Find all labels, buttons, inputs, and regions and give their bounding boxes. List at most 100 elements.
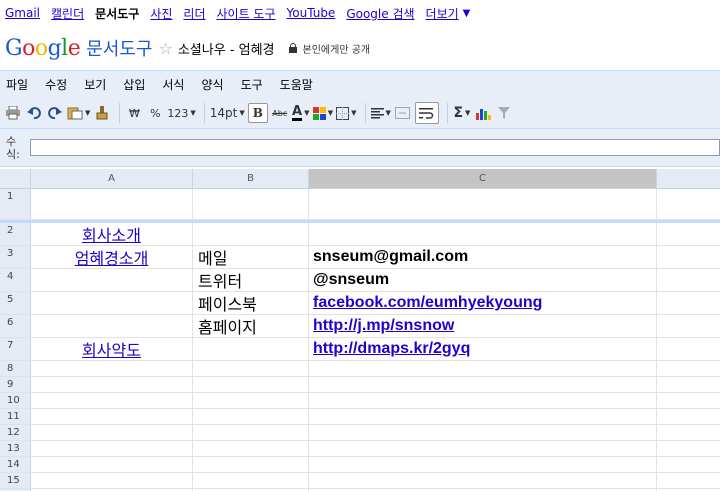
nav-gmail[interactable]: Gmail — [5, 6, 40, 20]
fill-color-dropdown[interactable]: ▼ — [312, 102, 333, 124]
menu-view[interactable]: 보기 — [84, 76, 106, 93]
cell-b9[interactable] — [193, 377, 309, 392]
cell-a14[interactable] — [31, 457, 193, 472]
redo-icon[interactable] — [46, 102, 64, 124]
menu-tools[interactable]: 도구 — [241, 76, 263, 93]
menu-format[interactable]: 서식 — [162, 76, 184, 93]
row-header[interactable]: 10 — [0, 393, 31, 408]
cell-c2[interactable] — [309, 223, 657, 245]
cell-d2[interactable] — [657, 223, 720, 245]
nav-sites[interactable]: 사이트 도구 — [217, 5, 276, 22]
cell-b3[interactable]: 메일 — [193, 246, 309, 268]
sum-dropdown[interactable]: Σ ▼ — [453, 102, 471, 124]
privacy-status[interactable]: 본인에게만 공개 — [303, 41, 371, 56]
cell-d6[interactable] — [657, 315, 720, 337]
currency-format-button[interactable]: ₩ — [125, 102, 143, 124]
chevron-down-icon[interactable]: ▼ — [190, 109, 195, 117]
percent-format-button[interactable]: % — [146, 102, 164, 124]
chevron-down-icon[interactable]: ▼ — [386, 109, 391, 117]
row-header[interactable]: 12 — [0, 425, 31, 440]
cell-a10[interactable] — [31, 393, 193, 408]
borders-dropdown[interactable]: ▼ — [336, 102, 357, 124]
nav-docs[interactable]: 문서도구 — [95, 5, 139, 22]
nav-reader[interactable]: 리더 — [183, 5, 205, 22]
chevron-down-icon[interactable]: ▼ — [85, 109, 90, 117]
row-header[interactable]: 5 — [0, 292, 31, 314]
menu-insert[interactable]: 삽입 — [123, 76, 145, 93]
cell-a11[interactable] — [31, 409, 193, 424]
cell-d5[interactable] — [657, 292, 720, 314]
cell-c8[interactable] — [309, 361, 657, 376]
cell-b4[interactable]: 트위터 — [193, 269, 309, 291]
number-format-dropdown[interactable]: 123 ▼ — [167, 102, 195, 124]
cell-c4[interactable]: @snseum — [309, 269, 657, 291]
chart-icon[interactable] — [474, 102, 492, 124]
cell-b8[interactable] — [193, 361, 309, 376]
cell-a3[interactable]: 엄혜경소개 — [31, 246, 193, 268]
nav-calendar[interactable]: 캘린더 — [51, 5, 84, 22]
menu-file[interactable]: 파일 — [6, 76, 28, 93]
cell-d15[interactable] — [657, 473, 720, 488]
nav-youtube[interactable]: YouTube — [287, 6, 336, 20]
cell-b11[interactable] — [193, 409, 309, 424]
cell-c11[interactable] — [309, 409, 657, 424]
cell-d4[interactable] — [657, 269, 720, 291]
document-title[interactable]: 소셜나우 - 엄혜경 — [178, 39, 275, 58]
star-icon[interactable]: ☆ — [159, 39, 173, 58]
cell-a9[interactable] — [31, 377, 193, 392]
cell-b12[interactable] — [193, 425, 309, 440]
cell-a8[interactable] — [31, 361, 193, 376]
google-logo[interactable]: Google — [5, 36, 81, 61]
cell-b10[interactable] — [193, 393, 309, 408]
cell-b7[interactable] — [193, 338, 309, 360]
row-header[interactable]: 2 — [0, 223, 31, 245]
cell-a4[interactable] — [31, 269, 193, 291]
cell-c9[interactable] — [309, 377, 657, 392]
row-header[interactable]: 11 — [0, 409, 31, 424]
chevron-down-icon[interactable]: ▼ — [328, 109, 333, 117]
row-header[interactable]: 8 — [0, 361, 31, 376]
select-all-corner[interactable] — [0, 169, 31, 188]
column-header-a[interactable]: A — [31, 169, 193, 188]
cell-b2[interactable] — [193, 223, 309, 245]
print-icon[interactable] — [4, 102, 22, 124]
cell-d10[interactable] — [657, 393, 720, 408]
cell-d13[interactable] — [657, 441, 720, 456]
cell-a12[interactable] — [31, 425, 193, 440]
cell-a1[interactable] — [31, 189, 193, 219]
row-header[interactable]: 3 — [0, 246, 31, 268]
cell-d1[interactable] — [657, 189, 720, 219]
cell-b13[interactable] — [193, 441, 309, 456]
row-header[interactable]: 15 — [0, 473, 31, 488]
cell-c3[interactable]: snseum@gmail.com — [309, 246, 657, 268]
cell-a2[interactable]: 회사소개 — [31, 223, 193, 245]
menu-help[interactable]: 도움말 — [280, 76, 313, 93]
cell-c7[interactable]: http://dmaps.kr/2gyq — [309, 338, 657, 360]
merge-cells-icon[interactable] — [394, 102, 412, 124]
cell-a13[interactable] — [31, 441, 193, 456]
row-header[interactable]: 13 — [0, 441, 31, 456]
column-header-d[interactable] — [657, 169, 720, 188]
cell-c6[interactable]: http://j.mp/snsnow — [309, 315, 657, 337]
strikethrough-button[interactable]: Abc — [271, 102, 289, 124]
column-header-b[interactable]: B — [193, 169, 309, 188]
cell-d12[interactable] — [657, 425, 720, 440]
chevron-down-icon[interactable]: ▼ — [351, 109, 356, 117]
cell-c13[interactable] — [309, 441, 657, 456]
cell-b6[interactable]: 홈페이지 — [193, 315, 309, 337]
chevron-down-icon[interactable]: ▼ — [463, 8, 471, 19]
chevron-down-icon[interactable]: ▼ — [239, 109, 244, 117]
cell-d8[interactable] — [657, 361, 720, 376]
chevron-down-icon[interactable]: ▼ — [304, 109, 309, 117]
cell-d9[interactable] — [657, 377, 720, 392]
row-header[interactable]: 4 — [0, 269, 31, 291]
formula-input[interactable] — [30, 139, 720, 156]
cell-b15[interactable] — [193, 473, 309, 488]
wrap-text-icon[interactable] — [414, 102, 439, 124]
row-header[interactable]: 7 — [0, 338, 31, 360]
cell-c15[interactable] — [309, 473, 657, 488]
cell-b14[interactable] — [193, 457, 309, 472]
cell-a6[interactable] — [31, 315, 193, 337]
text-color-dropdown[interactable]: A ▼ — [292, 102, 310, 124]
cell-a7[interactable]: 회사약도 — [31, 338, 193, 360]
